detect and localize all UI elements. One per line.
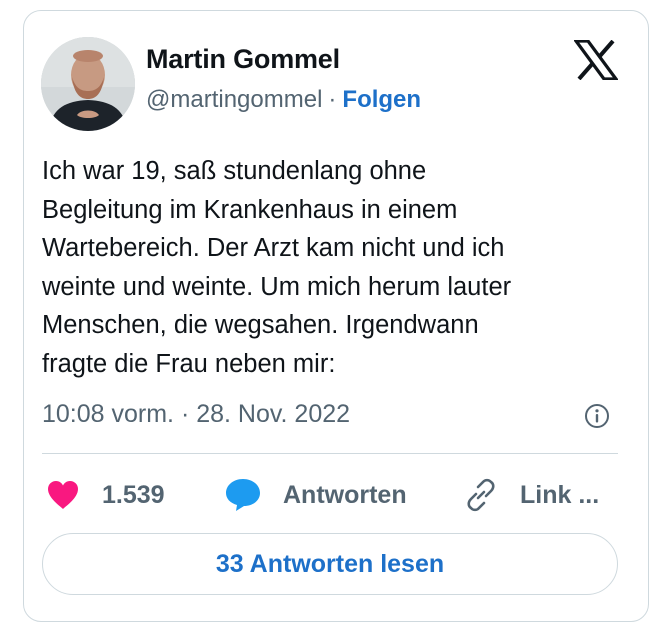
tweet-line: weinte und weinte. Um mich herum lauter: [42, 272, 512, 301]
link-icon: [464, 478, 498, 512]
copy-link-button[interactable]: Link ...: [464, 473, 599, 517]
tweet-line: fragte die Frau neben mir:: [42, 349, 336, 378]
author-handle[interactable]: @martingommel: [146, 86, 322, 113]
author-handle-row: @martingommel · Folgen: [146, 86, 421, 114]
tweet-text: Ich war 19, saß stundenlang ohne Begleit…: [42, 152, 602, 383]
link-label: Link ...: [520, 480, 600, 509]
divider: [42, 453, 618, 454]
read-replies-button[interactable]: 33 Antworten lesen: [42, 533, 618, 595]
tweet-timestamp[interactable]: 10:08 vorm. · 28. Nov. 2022: [42, 400, 350, 429]
follow-button[interactable]: Folgen: [342, 86, 421, 113]
info-icon[interactable]: [584, 403, 610, 429]
like-count: 1.539: [102, 480, 165, 509]
heart-icon: [46, 479, 80, 511]
separator-dot: ·: [328, 86, 337, 113]
reply-button[interactable]: Antworten: [224, 473, 407, 517]
author-name[interactable]: Martin Gommel: [146, 44, 340, 75]
tweet-line: Menschen, die wegsahen. Irgendwann: [42, 311, 479, 339]
read-replies-label: 33 Antworten lesen: [215, 549, 445, 578]
like-button[interactable]: 1.539: [46, 473, 165, 517]
tweet-line: Wartebereich. Der Arzt kam nicht und ich: [42, 234, 505, 262]
reply-label: Antworten: [283, 480, 407, 509]
tweet-line: Begleitung im Krankenhaus in einem: [42, 195, 458, 224]
tweet-line: Ich war 19, saß stundenlang ohne: [42, 157, 427, 185]
avatar[interactable]: [41, 37, 135, 131]
x-logo-icon[interactable]: [572, 39, 620, 81]
reply-bubble-icon: [224, 477, 262, 513]
